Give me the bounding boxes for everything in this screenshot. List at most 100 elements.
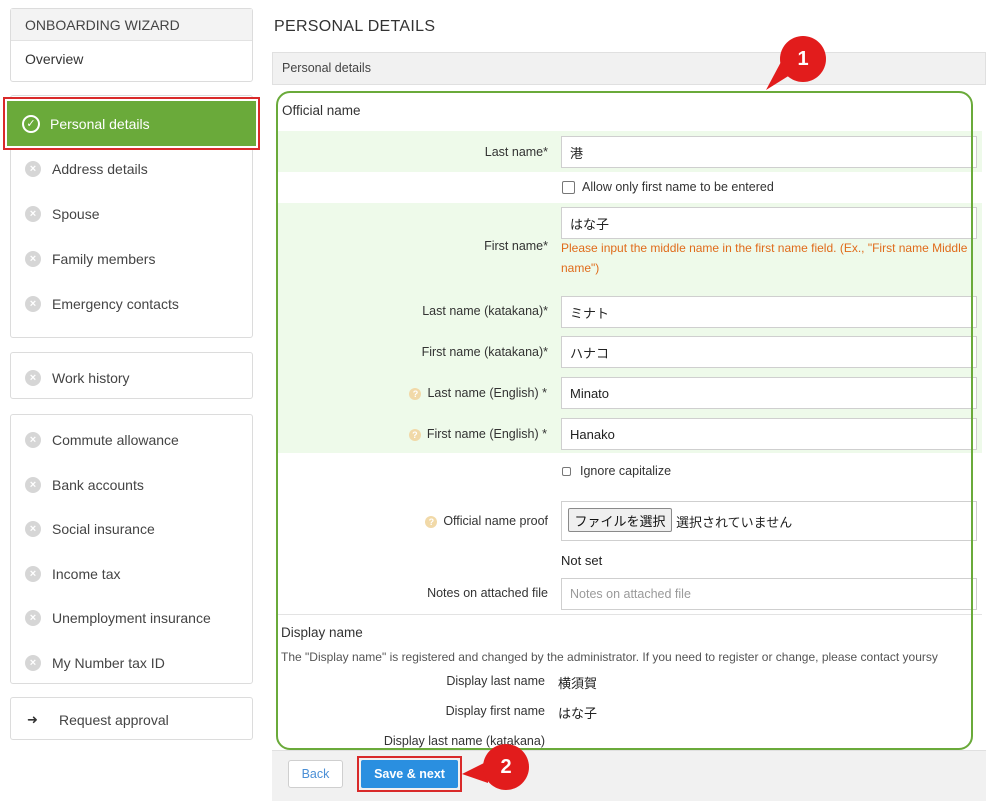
sidebar-item-emergency-contacts[interactable]: × Emergency contacts <box>11 289 252 319</box>
checkbox-box[interactable] <box>562 180 575 194</box>
sidebar-item-commute-allowance[interactable]: × Commute allowance <box>11 425 252 455</box>
sidebar-item-label: Spouse <box>52 206 100 222</box>
sidebar-item-label: Income tax <box>52 566 121 582</box>
official-name-title: Official name <box>282 103 361 118</box>
sidebar-top-card: ONBOARDING WIZARD Overview <box>10 8 253 82</box>
first-name-katakana-value: ハナコ <box>570 345 610 361</box>
first-name-english-value: Hanako <box>570 426 615 442</box>
status-x-icon: × <box>25 251 41 267</box>
last-name-english-input[interactable]: Minato <box>561 377 977 409</box>
check-circle-icon: ✓ <box>22 114 40 133</box>
notes-placeholder: Notes on attached file <box>570 587 691 601</box>
display-last-name-label: Display last name <box>446 674 545 688</box>
choose-file-button[interactable]: ファイルを選択 <box>568 508 672 532</box>
file-status-text: 選択されていません <box>676 515 793 530</box>
sidebar-item-label: My Number tax ID <box>52 655 165 671</box>
status-x-icon: × <box>25 521 41 537</box>
notes-label: Notes on attached file <box>427 586 548 600</box>
sidebar-group-2: × Work history <box>10 352 253 399</box>
last-name-english-label-text: Last name (English) * <box>427 386 547 400</box>
sidebar: ONBOARDING WIZARD Overview × Address det… <box>0 0 262 801</box>
official-name-proof-label: ? Official name proof <box>425 514 548 528</box>
sidebar-item-label: Bank accounts <box>52 477 144 493</box>
page-title: PERSONAL DETAILS <box>274 18 436 35</box>
display-last-name-value: 横須賀 <box>558 676 598 691</box>
status-x-icon: × <box>25 161 41 177</box>
status-x-icon: × <box>25 610 41 626</box>
ignore-capitalize-checkbox[interactable]: Ignore capitalize <box>562 464 671 478</box>
last-name-english-label: ? Last name (English) * <box>409 386 547 400</box>
first-name-hint: Please input the middle name in the firs… <box>561 241 968 275</box>
section-header: Personal details <box>272 52 986 85</box>
ignore-capitalize-label: Ignore capitalize <box>580 464 672 478</box>
first-name-english-label-text: First name (English) * <box>426 427 547 441</box>
sidebar-item-label: Family members <box>52 251 156 267</box>
save-next-button[interactable]: Save & next <box>361 760 458 788</box>
last-name-katakana-input[interactable]: ミナト <box>561 296 977 328</box>
official-name-proof-label-text: Official name proof <box>443 514 548 528</box>
display-first-name-label: Display first name <box>445 704 545 718</box>
sidebar-item-bank-accounts[interactable]: × Bank accounts <box>11 470 252 500</box>
first-name-input[interactable]: はな子 <box>561 207 977 239</box>
callout-badge-1: 1 <box>780 36 826 82</box>
status-x-icon: × <box>25 566 41 582</box>
first-name-english-input[interactable]: Hanako <box>561 418 977 450</box>
first-name-label: First name* <box>484 239 548 253</box>
sidebar-item-spouse[interactable]: × Spouse <box>11 199 252 229</box>
last-name-input[interactable]: 港 <box>561 136 977 168</box>
display-name-note: The "Display name" is registered and cha… <box>281 650 938 664</box>
display-last-name-katakana-label: Display last name (katakana) <box>383 734 545 748</box>
help-icon[interactable]: ? <box>409 388 422 400</box>
request-approval-button[interactable]: ➜ Request approval <box>11 705 252 735</box>
section-divider <box>276 614 982 615</box>
sidebar-item-income-tax[interactable]: × Income tax <box>11 559 252 589</box>
first-name-katakana-label: First name (katakana)* <box>421 345 548 359</box>
status-x-icon: × <box>25 432 41 448</box>
last-name-katakana-label: Last name (katakana)* <box>422 304 548 318</box>
sidebar-item-overview[interactable]: Overview <box>11 41 252 77</box>
sidebar-item-label: Commute allowance <box>52 432 179 448</box>
sidebar-item-social-insurance[interactable]: × Social insurance <box>11 514 252 544</box>
sidebar-item-personal-details-highlight: ✓ Personal details <box>3 97 260 150</box>
wizard-header: ONBOARDING WIZARD <box>11 9 252 41</box>
sidebar-item-label: Personal details <box>50 115 150 132</box>
sign-out-icon: ➜ <box>27 712 38 727</box>
back-button[interactable]: Back <box>288 760 343 788</box>
save-next-highlight: Save & next <box>357 756 462 792</box>
sidebar-item-label: Social insurance <box>52 521 155 537</box>
sidebar-item-family-members[interactable]: × Family members <box>11 244 252 274</box>
display-name-title: Display name <box>281 625 363 640</box>
sidebar-item-label: Unemployment insurance <box>52 610 211 626</box>
last-name-label: Last name* <box>484 145 548 159</box>
status-x-icon: × <box>25 206 41 222</box>
sidebar-item-label: Address details <box>52 161 148 177</box>
first-name-katakana-input[interactable]: ハナコ <box>561 336 977 368</box>
sidebar-item-my-number-tax-id[interactable]: × My Number tax ID <box>11 648 252 678</box>
status-x-icon: × <box>25 296 41 312</box>
last-name-english-value: Minato <box>570 385 610 401</box>
status-x-icon: × <box>25 655 41 671</box>
sidebar-item-unemployment-insurance[interactable]: × Unemployment insurance <box>11 603 252 633</box>
request-approval-label: Request approval <box>59 712 169 728</box>
sidebar-group-3: × Commute allowance × Bank accounts × So… <box>10 414 253 684</box>
status-x-icon: × <box>25 370 41 386</box>
display-first-name-value: はな子 <box>558 706 598 721</box>
sidebar-item-label: Emergency contacts <box>52 296 179 312</box>
last-name-katakana-value: ミナト <box>570 305 610 321</box>
allow-first-name-only-label: Allow only first name to be entered <box>582 180 774 194</box>
last-name-value: 港 <box>570 145 584 161</box>
help-icon[interactable]: ? <box>408 429 421 441</box>
sidebar-item-label: Work history <box>52 370 130 386</box>
sidebar-item-address-details[interactable]: × Address details <box>11 154 252 184</box>
sidebar-item-work-history[interactable]: × Work history <box>11 363 252 393</box>
sidebar-request-card: ➜ Request approval <box>10 697 253 740</box>
first-name-value: はな子 <box>570 216 610 232</box>
status-x-icon: × <box>25 477 41 493</box>
checkbox-box[interactable] <box>562 466 571 476</box>
sidebar-item-personal-details[interactable]: ✓ Personal details <box>7 101 256 146</box>
notes-input[interactable]: Notes on attached file <box>561 578 977 610</box>
allow-first-name-only-checkbox[interactable]: Allow only first name to be entered <box>562 180 774 194</box>
callout-badge-2: 2 <box>483 744 529 790</box>
not-set-text: Not set <box>561 553 603 568</box>
help-icon[interactable]: ? <box>425 516 438 528</box>
